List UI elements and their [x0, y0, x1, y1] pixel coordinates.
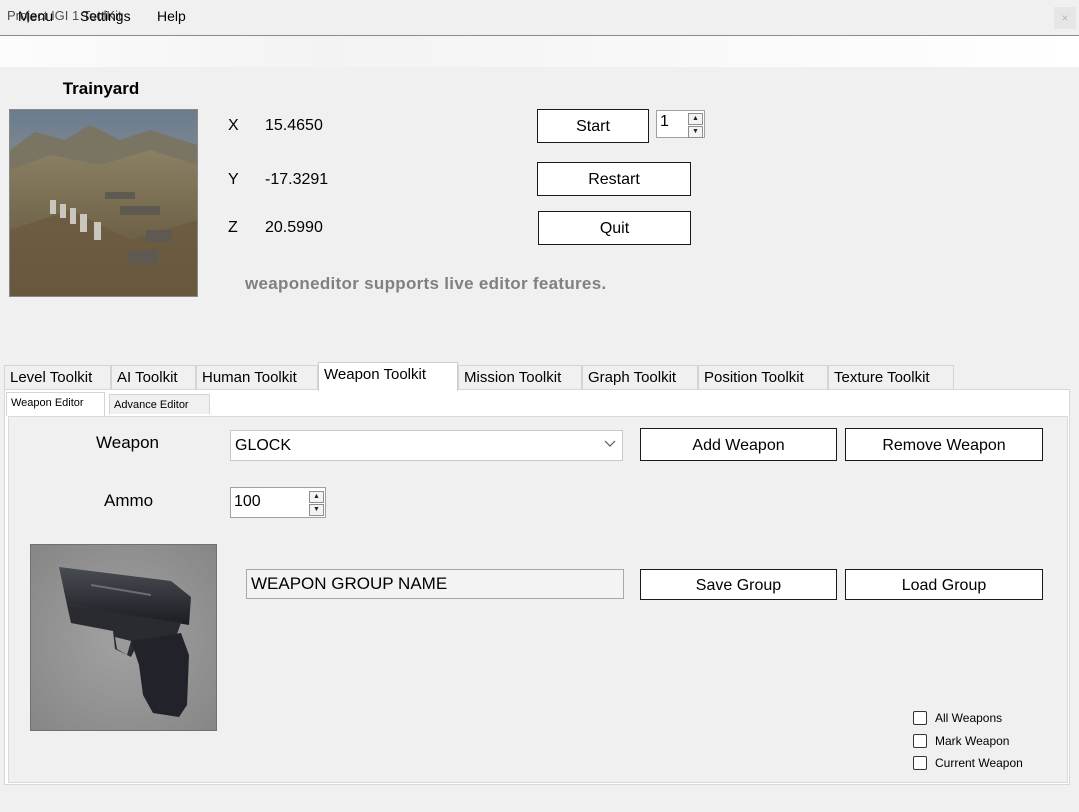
- info-message: weaponeditor supports live editor featur…: [245, 274, 607, 293]
- level-number-value: 1: [660, 113, 669, 130]
- start-button-label: Start: [576, 118, 610, 135]
- save-group-button[interactable]: Save Group: [640, 569, 837, 600]
- quit-button[interactable]: Quit: [538, 211, 691, 245]
- load-group-label: Load Group: [901, 577, 987, 594]
- menu-bar: [0, 35, 1079, 67]
- close-button[interactable]: ×: [1054, 7, 1076, 29]
- tab-position-toolkit[interactable]: Position Toolkit: [698, 365, 828, 389]
- restart-button-label: Restart: [588, 171, 640, 188]
- save-group-label: Save Group: [695, 577, 782, 594]
- ammo-stepper[interactable]: 100 ▲ ▼: [230, 487, 326, 518]
- current-weapon-checkbox[interactable]: Current Weapon: [913, 755, 1023, 770]
- start-button[interactable]: Start: [537, 109, 649, 143]
- spin-down-icon[interactable]: ▼: [309, 504, 324, 516]
- weapon-label: Weapon: [96, 433, 160, 452]
- all-weapons-checkbox[interactable]: All Weapons: [913, 710, 1002, 725]
- add-weapon-button[interactable]: Add Weapon: [640, 428, 837, 461]
- checkbox-icon[interactable]: [913, 710, 927, 725]
- remove-weapon-button[interactable]: Remove Weapon: [845, 428, 1043, 461]
- all-weapons-label: All Weapons: [935, 710, 1003, 725]
- tab-texture-toolkit[interactable]: Texture Toolkit: [828, 365, 954, 389]
- menu-item-menu[interactable]: Menu: [18, 8, 53, 24]
- mark-weapon-label: Mark Weapon: [935, 733, 1010, 748]
- level-name: Trainyard: [62, 79, 140, 98]
- spin-down-icon[interactable]: ▼: [688, 126, 703, 138]
- z-value: 20.5990: [265, 219, 323, 236]
- remove-weapon-label: Remove Weapon: [882, 437, 1006, 454]
- load-group-button[interactable]: Load Group: [845, 569, 1043, 600]
- z-label: Z: [228, 219, 238, 236]
- x-value: 15.4650: [265, 117, 323, 134]
- spin-up-icon[interactable]: ▲: [688, 113, 703, 125]
- chevron-down-icon[interactable]: [604, 437, 616, 451]
- level-number-stepper[interactable]: 1 ▲ ▼: [656, 110, 705, 138]
- weapon-select[interactable]: GLOCK: [230, 430, 623, 461]
- x-label: X: [228, 117, 239, 134]
- tab-advance-editor[interactable]: Advance Editor: [109, 394, 210, 414]
- quit-button-label: Quit: [599, 220, 630, 237]
- checkbox-icon[interactable]: [913, 755, 927, 770]
- current-weapon-label: Current Weapon: [935, 755, 1023, 770]
- spin-up-icon[interactable]: ▲: [309, 491, 324, 503]
- tab-weapon-toolkit[interactable]: Weapon Toolkit: [318, 362, 458, 391]
- level-preview-image: [9, 109, 198, 297]
- weapon-select-value: GLOCK: [235, 437, 292, 454]
- tab-human-toolkit[interactable]: Human Toolkit: [196, 365, 318, 389]
- y-label: Y: [228, 171, 239, 188]
- weapon-group-name-value: WEAPON GROUP NAME: [251, 574, 448, 593]
- mark-weapon-checkbox[interactable]: Mark Weapon: [913, 733, 1009, 748]
- menu-item-settings[interactable]: Settings: [80, 8, 131, 24]
- tab-graph-toolkit[interactable]: Graph Toolkit: [582, 365, 698, 389]
- tab-mission-toolkit[interactable]: Mission Toolkit: [458, 365, 582, 389]
- menu-item-help[interactable]: Help: [157, 8, 186, 24]
- tab-ai-toolkit[interactable]: AI Toolkit: [111, 365, 196, 389]
- weapon-group-name-field[interactable]: WEAPON GROUP NAME: [246, 569, 624, 599]
- ammo-label: Ammo: [104, 491, 154, 510]
- weapon-preview-image: [30, 544, 217, 731]
- checkbox-icon[interactable]: [913, 733, 927, 748]
- add-weapon-label: Add Weapon: [692, 437, 785, 454]
- ammo-value: 100: [234, 493, 261, 510]
- tab-level-toolkit[interactable]: Level Toolkit: [4, 365, 111, 389]
- y-value: -17.3291: [265, 171, 329, 188]
- tab-weapon-editor[interactable]: Weapon Editor: [6, 392, 105, 416]
- restart-button[interactable]: Restart: [537, 162, 691, 196]
